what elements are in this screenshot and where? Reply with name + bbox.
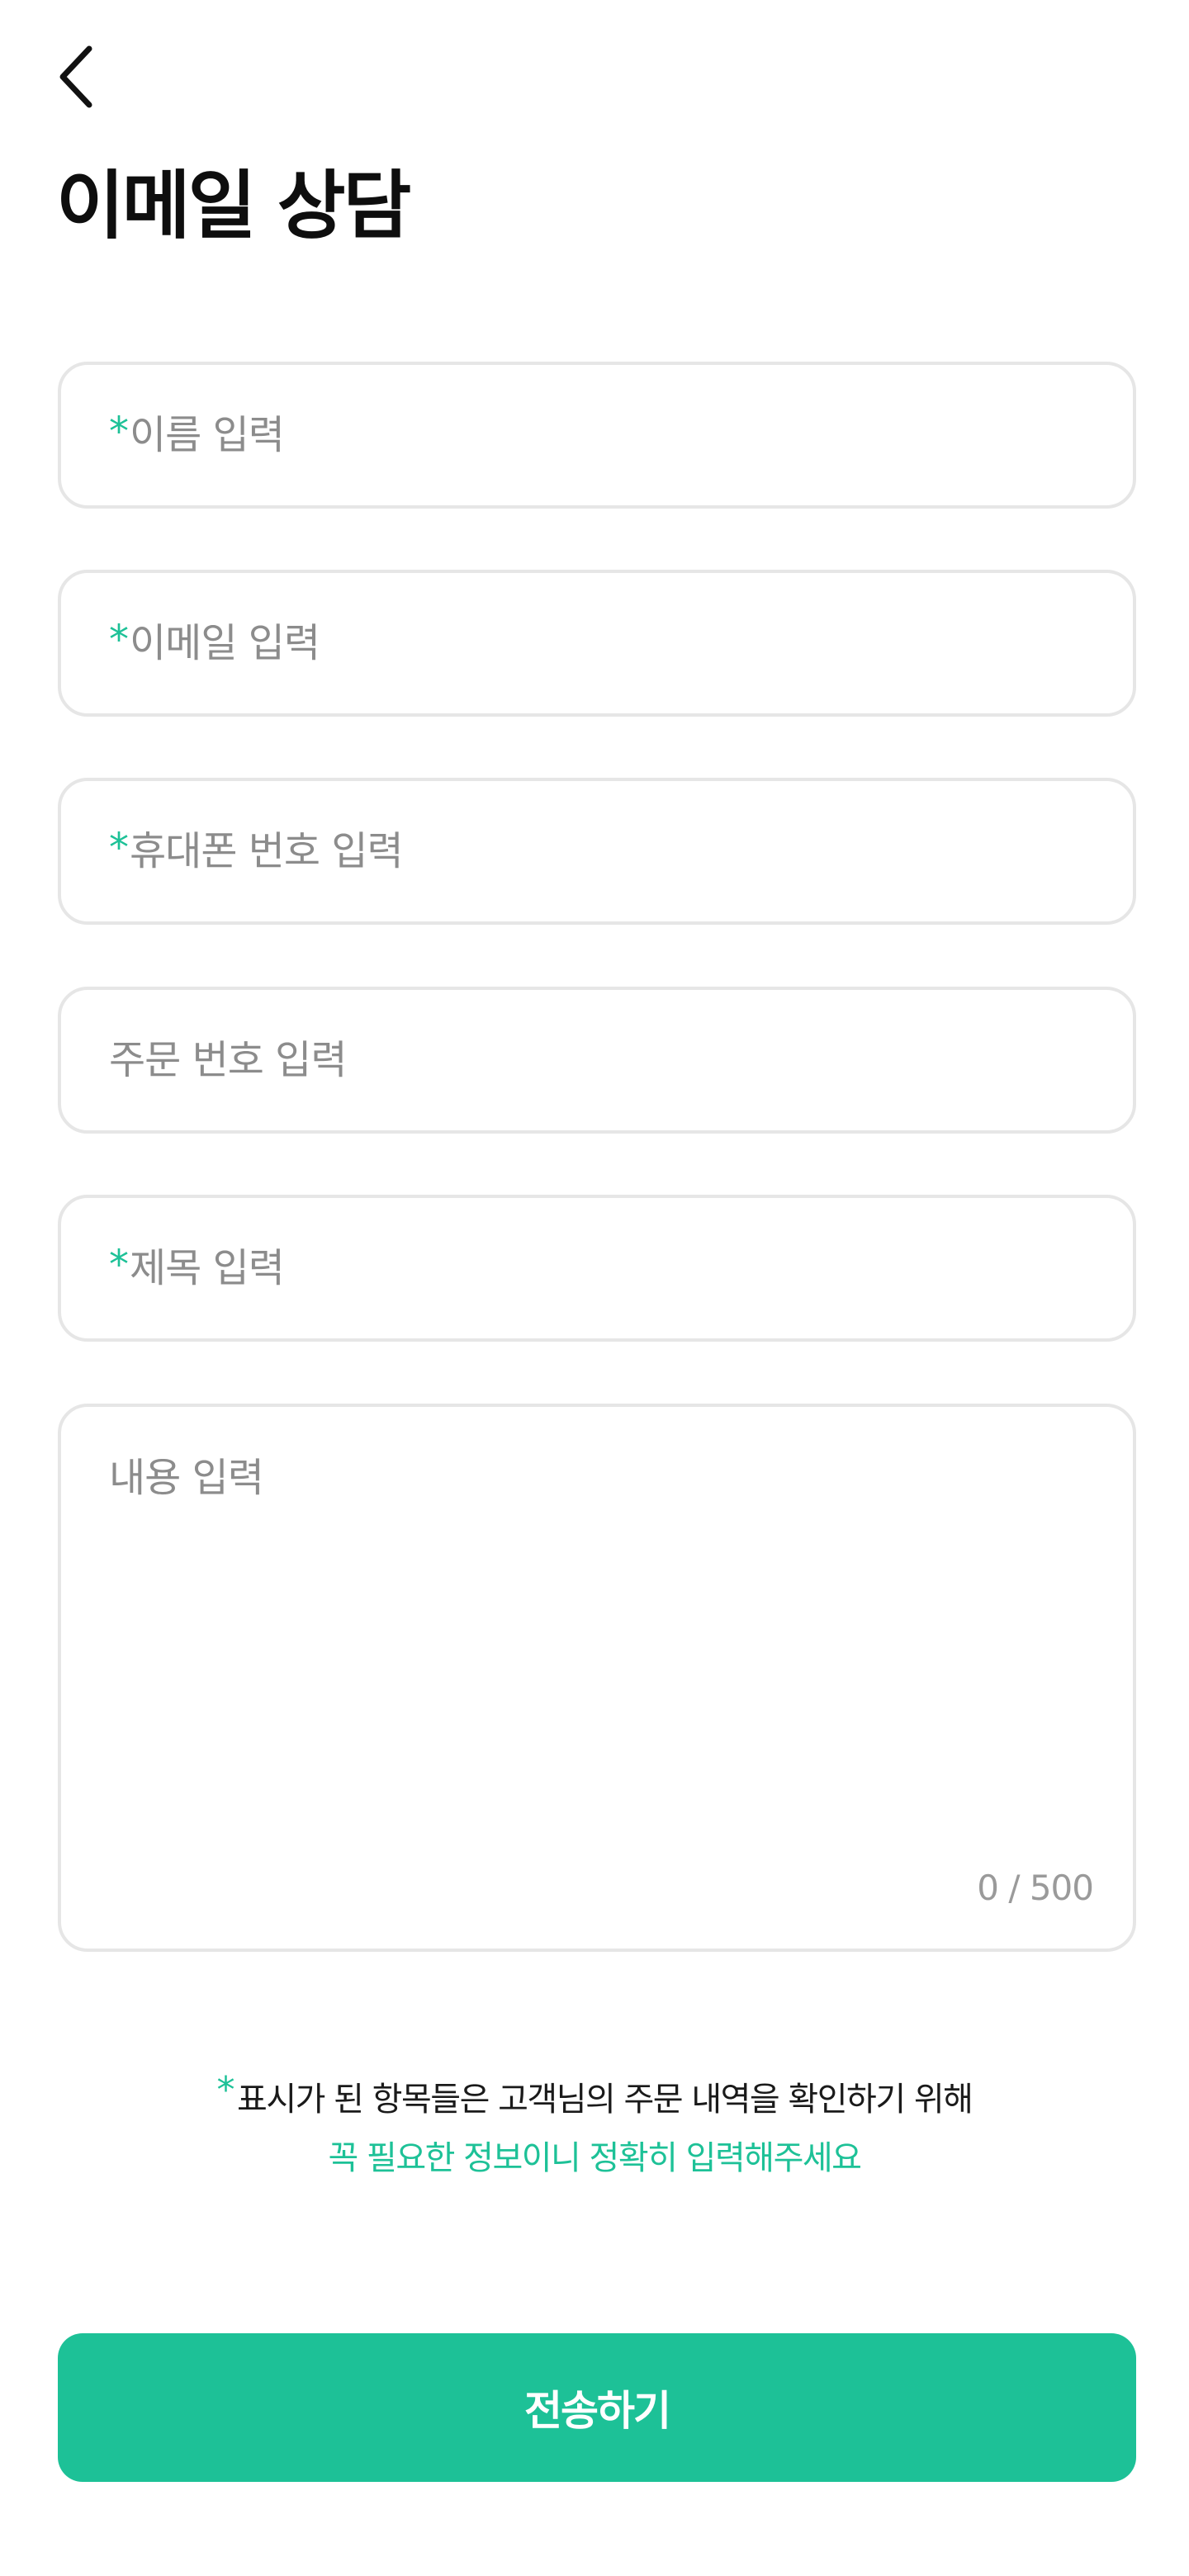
subject-placeholder-text: 제목 입력	[130, 1245, 285, 1291]
required-notice: * 표시가 된 항목들은 고객님의 주문 내역을 확인하기 위해 꼭 필요한 정보…	[0, 2072, 1189, 2177]
character-counter: 0 / 500	[977, 1868, 1094, 1908]
email-placeholder-text: 이메일 입력	[130, 620, 320, 666]
page-title: 이메일 상담	[56, 163, 411, 249]
name-input[interactable]: * 이름 입력	[58, 362, 1136, 509]
name-placeholder-text: 이름 입력	[130, 412, 285, 458]
chevron-left-icon	[59, 45, 92, 108]
order-input-placeholder: 주문 번호 입력	[109, 1037, 347, 1083]
subject-input[interactable]: * 제목 입력	[58, 1195, 1136, 1342]
content-textarea[interactable]: 내용 입력 0 / 500	[58, 1404, 1136, 1952]
email-input-placeholder: * 이메일 입력	[109, 617, 320, 666]
phone-input-placeholder: * 휴대폰 번호 입력	[109, 825, 404, 874]
required-mark: *	[109, 617, 129, 663]
subject-input-placeholder: * 제목 입력	[109, 1242, 285, 1291]
required-mark: *	[109, 1242, 129, 1288]
back-button[interactable]	[51, 41, 101, 112]
submit-button[interactable]: 전송하기	[58, 2333, 1136, 2482]
phone-placeholder-text: 휴대폰 번호 입력	[130, 828, 404, 874]
phone-input[interactable]: * 휴대폰 번호 입력	[58, 778, 1136, 925]
notice-required-mark: *	[216, 2069, 235, 2111]
order-placeholder-text: 주문 번호 입력	[109, 1037, 347, 1083]
notice-line-2: 꼭 필요한 정보이니 정확히 입력해주세요	[328, 2139, 862, 2177]
required-mark: *	[109, 825, 129, 871]
name-input-placeholder: * 이름 입력	[109, 409, 285, 458]
notice-line-1-text: 표시가 된 항목들은 고객님의 주문 내역을 확인하기 위해	[237, 2081, 973, 2119]
email-input[interactable]: * 이메일 입력	[58, 570, 1136, 717]
notice-line-1: * 표시가 된 항목들은 고객님의 주문 내역을 확인하기 위해	[0, 2072, 1189, 2119]
order-number-input[interactable]: 주문 번호 입력	[58, 987, 1136, 1134]
required-mark: *	[109, 409, 129, 455]
content-placeholder-text: 내용 입력	[109, 1455, 264, 1501]
